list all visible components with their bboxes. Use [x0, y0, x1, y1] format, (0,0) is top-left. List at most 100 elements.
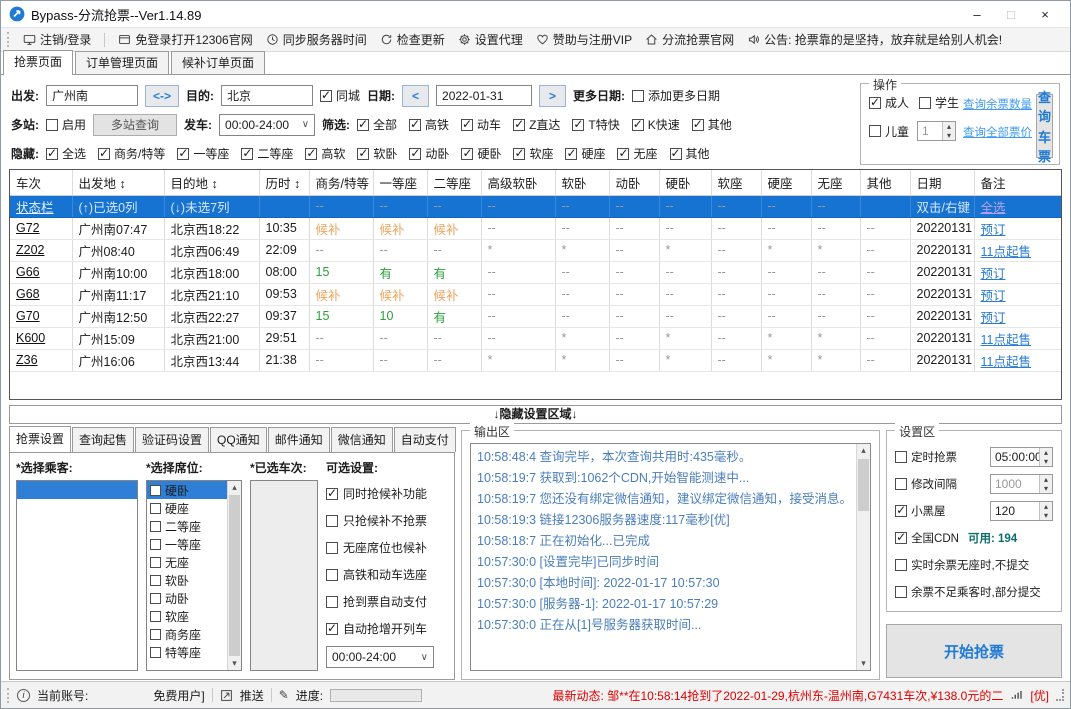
- grab-time-select[interactable]: 00:00-24:00 ∨: [326, 646, 434, 668]
- multi-station-query-button[interactable]: 多站查询: [93, 113, 178, 136]
- stepper-up-icon[interactable]: [1040, 501, 1052, 511]
- grid-header-cell[interactable]: 二等座: [427, 170, 482, 196]
- settings-tab-5[interactable]: 邮件通知: [267, 427, 330, 452]
- hide-checkbox-9[interactable]: 软座: [513, 145, 553, 162]
- log-scrollbar[interactable]: [856, 444, 871, 670]
- settings-tab-2[interactable]: 查询起售: [72, 427, 135, 452]
- grid-header-cell[interactable]: 一等座: [373, 170, 428, 196]
- grid-header-cell[interactable]: 高级软卧: [481, 170, 556, 196]
- scroll-down-icon[interactable]: [857, 657, 870, 670]
- output-log[interactable]: 10:58:48:4 查询完毕，本次查询共用时:435毫秒。 10:58:19:7…: [470, 443, 872, 671]
- hide-checkbox-3[interactable]: 一等座: [177, 145, 229, 162]
- book-link[interactable]: 11点起售: [981, 333, 1031, 347]
- grab-option-6[interactable]: 自动抢增开列车: [326, 615, 448, 642]
- train-number-link[interactable]: G68: [16, 287, 40, 301]
- grab-option-1[interactable]: 同时抢候补功能: [326, 480, 448, 507]
- seat-option-row[interactable]: 动卧: [147, 589, 227, 607]
- scroll-up-icon[interactable]: [857, 444, 870, 457]
- push-label[interactable]: 推送: [240, 687, 264, 704]
- grid-header-cell[interactable]: 备注: [974, 170, 1061, 196]
- grab-option-5[interactable]: 抢到票自动支付: [326, 588, 448, 615]
- dest-input[interactable]: 北京: [221, 85, 313, 106]
- multi-station-enable-checkbox[interactable]: 启用: [46, 116, 86, 133]
- settings-tab-3[interactable]: 验证码设置: [135, 427, 210, 452]
- passenger-selection-row[interactable]: [17, 481, 137, 499]
- setting-checkbox-1[interactable]: 定时抢票: [895, 449, 957, 465]
- setting-stepper[interactable]: 1000: [990, 473, 1053, 494]
- toolbar-item-8[interactable]: 公告: 抢票靠的是坚持，放弃就是给别人机会!: [747, 31, 1002, 48]
- toolbar-item-4[interactable]: 检查更新: [380, 31, 445, 48]
- toolbar-item-7[interactable]: 分流抢票官网: [645, 31, 734, 48]
- grid-header-cell[interactable]: 历时 ↕: [259, 170, 310, 196]
- grab-option-2[interactable]: 只抢候补不抢票: [326, 507, 448, 534]
- grid-header-cell[interactable]: 日期: [910, 170, 975, 196]
- book-link[interactable]: 11点起售: [981, 355, 1031, 369]
- hide-checkbox-6[interactable]: 软卧: [357, 145, 397, 162]
- train-number-link[interactable]: G70: [16, 309, 40, 323]
- seat-option-row[interactable]: 特等座: [147, 643, 227, 661]
- main-tab-3[interactable]: 候补订单页面: [171, 51, 266, 74]
- grab-option-3[interactable]: 无座席位也候补: [326, 534, 448, 561]
- train-number-link[interactable]: G66: [16, 265, 40, 279]
- chosen-trains-list[interactable]: [250, 480, 318, 671]
- settings-tab-6[interactable]: 微信通知: [330, 427, 393, 452]
- swap-stations-button[interactable]: <->: [145, 84, 179, 107]
- hide-checkbox-4[interactable]: 二等座: [241, 145, 293, 162]
- resize-grip[interactable]: [1056, 689, 1064, 701]
- setting-stepper[interactable]: 05:00:00: [990, 446, 1053, 467]
- setting-checkbox-6[interactable]: 余票不足乘客时,部分提交: [895, 584, 1041, 600]
- scroll-thumb[interactable]: [858, 459, 870, 511]
- hide-checkbox-7[interactable]: 动卧: [409, 145, 449, 162]
- seat-option-row[interactable]: 软卧: [147, 571, 227, 589]
- toolbar-item-3[interactable]: 同步服务器时间: [266, 31, 367, 48]
- book-link[interactable]: 11点起售: [981, 245, 1031, 259]
- toolbar-item-2[interactable]: 免登录打开12306官网: [118, 31, 253, 48]
- seat-option-row[interactable]: 商务座: [147, 625, 227, 643]
- passenger-list[interactable]: [16, 480, 138, 671]
- seat-option-row[interactable]: 一等座: [147, 535, 227, 553]
- grid-header-cell[interactable]: 硬座: [761, 170, 812, 196]
- book-link[interactable]: 预订: [981, 289, 1006, 303]
- filter-checkbox-5[interactable]: T特快: [572, 116, 620, 133]
- grid-header-cell[interactable]: 软座: [711, 170, 762, 196]
- seat-option-row[interactable]: 硬座: [147, 499, 227, 517]
- grid-header-cell[interactable]: 出发地 ↕: [72, 170, 165, 196]
- scroll-thumb[interactable]: [229, 495, 240, 656]
- hide-checkbox-12[interactable]: 其他: [669, 145, 710, 162]
- select-all-link[interactable]: 全选: [981, 201, 1006, 215]
- main-tab-1[interactable]: 抢票页面: [3, 50, 74, 75]
- settings-tab-4[interactable]: QQ通知: [210, 427, 267, 452]
- grid-header-cell[interactable]: 其他: [860, 170, 911, 196]
- train-number-link[interactable]: Z202: [16, 243, 45, 257]
- seat-option-row[interactable]: 软座: [147, 607, 227, 625]
- hide-checkbox-11[interactable]: 无座: [617, 145, 658, 162]
- toolbar-item-6[interactable]: 赞助与注册VIP: [536, 31, 632, 48]
- book-link[interactable]: 预订: [981, 311, 1006, 325]
- filter-checkbox-2[interactable]: 高铁: [409, 116, 449, 133]
- grid-header-cell[interactable]: 商务/特等: [309, 170, 374, 196]
- date-input[interactable]: 2022-01-31: [436, 85, 533, 106]
- train-number-link[interactable]: 状态栏: [16, 201, 54, 215]
- query-tickets-button[interactable]: 查询 车票: [1036, 90, 1053, 164]
- main-tab-2[interactable]: 订单管理页面: [75, 51, 170, 74]
- date-prev-button[interactable]: <: [402, 84, 430, 107]
- settings-tab-1[interactable]: 抢票设置: [9, 426, 72, 453]
- close-button[interactable]: ×: [1028, 7, 1062, 22]
- same-city-checkbox[interactable]: 同城: [320, 87, 360, 104]
- setting-checkbox-3[interactable]: 小黑屋: [895, 503, 946, 519]
- query-remaining-link[interactable]: 查询余票数量: [963, 96, 1032, 112]
- grid-header-cell[interactable]: 车次: [10, 170, 73, 196]
- query-prices-link[interactable]: 查询全部票价: [963, 124, 1032, 140]
- settings-tab-7[interactable]: 自动支付: [393, 427, 456, 452]
- setting-checkbox-2[interactable]: 修改间隔: [895, 476, 957, 492]
- start-grab-button[interactable]: 开始抢票: [886, 624, 1062, 678]
- stepper-up-icon[interactable]: [1040, 447, 1052, 457]
- grid-header-cell[interactable]: 硬卧: [659, 170, 712, 196]
- seat-option-row[interactable]: 无座: [147, 553, 227, 571]
- train-number-link[interactable]: K600: [16, 331, 45, 345]
- scroll-up-icon[interactable]: [228, 481, 241, 494]
- depart-time-select[interactable]: 00:00-24:00 ∨: [219, 113, 316, 136]
- hide-checkbox-2[interactable]: 商务/特等: [98, 145, 165, 162]
- student-checkbox[interactable]: 学生: [919, 94, 959, 111]
- stepper-down-icon[interactable]: [1040, 456, 1052, 466]
